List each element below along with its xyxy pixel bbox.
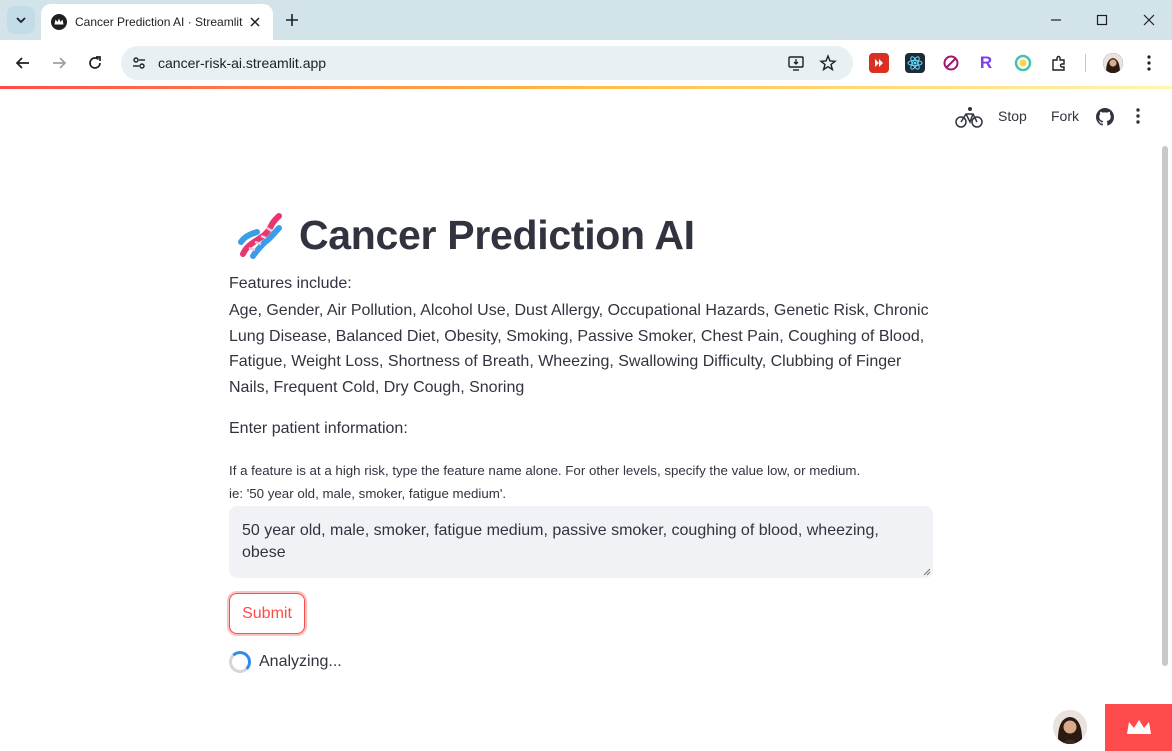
minimize-icon[interactable]: [1044, 8, 1068, 32]
react-devtools-icon[interactable]: [905, 53, 925, 73]
app-menu-icon[interactable]: [1136, 108, 1142, 126]
page-title: Cancer Prediction AI: [299, 211, 695, 258]
submit-button[interactable]: Submit: [229, 593, 305, 634]
browser-menu-icon[interactable]: [1139, 53, 1159, 73]
profile-avatar[interactable]: [1103, 53, 1123, 73]
loading-spinner-icon: [229, 651, 251, 673]
back-arrow-icon[interactable]: [11, 51, 35, 75]
block-extension-icon[interactable]: [941, 53, 961, 73]
streamlit-crown-icon: [1126, 719, 1151, 734]
dna-icon: [238, 213, 282, 259]
status-text: Analyzing...: [259, 653, 342, 670]
new-tab-icon[interactable]: [282, 10, 302, 30]
r-extension-icon[interactable]: R: [976, 53, 996, 73]
streamlit-top-decoration: [0, 86, 1172, 89]
title-row: Cancer Prediction AI: [235, 205, 695, 265]
address-bar[interactable]: cancer-risk-ai.streamlit.app: [121, 46, 853, 80]
color-extension-icon[interactable]: [1013, 53, 1033, 73]
site-settings-icon[interactable]: [130, 54, 148, 72]
resize-handle-icon[interactable]: [923, 568, 931, 576]
tab-search-button[interactable]: [7, 6, 35, 34]
features-label: Features include:: [229, 275, 352, 292]
github-icon[interactable]: [1096, 108, 1114, 126]
help-text-line: If a feature is at a high risk, type the…: [229, 463, 861, 478]
page-scrollbar[interactable]: [1162, 146, 1168, 666]
patient-info-textarea[interactable]: 50 year old, male, smoker, fatigue mediu…: [229, 506, 933, 578]
features-list-text: Age, Gender, Air Pollution, Alcohol Use,…: [229, 302, 929, 397]
tab-title: Cancer Prediction AI · Streamlit: [75, 15, 243, 29]
url-text[interactable]: cancer-risk-ai.streamlit.app: [158, 55, 326, 71]
chevron-down-icon: [16, 17, 26, 24]
browser-tab[interactable]: Cancer Prediction AI · Streamlit: [41, 4, 273, 40]
close-window-icon[interactable]: [1137, 8, 1161, 32]
toolbar-divider: [1085, 54, 1086, 72]
browser-tab-bar: Cancer Prediction AI · Streamlit: [0, 0, 1172, 40]
fork-button[interactable]: Fork: [1051, 108, 1079, 124]
input-help-text: If a feature is at a high risk, type the…: [229, 459, 933, 505]
running-bicycle-icon: [955, 105, 983, 129]
reload-icon[interactable]: [83, 51, 107, 75]
extension-red-icon[interactable]: [869, 53, 889, 73]
bookmark-star-icon[interactable]: [819, 54, 837, 72]
forward-arrow-icon[interactable]: [47, 51, 71, 75]
viewer-avatar[interactable]: [1053, 710, 1087, 744]
streamlit-crown-icon: [51, 14, 67, 30]
textarea-value: 50 year old, male, smoker, fatigue mediu…: [242, 522, 879, 561]
maximize-icon[interactable]: [1090, 8, 1114, 32]
close-tab-icon[interactable]: [247, 14, 263, 30]
stop-button[interactable]: Stop: [998, 108, 1027, 124]
streamlit-cloud-badge[interactable]: [1105, 704, 1172, 751]
status-row: Analyzing...: [229, 651, 342, 673]
browser-toolbar: cancer-risk-ai.streamlit.app R: [0, 40, 1172, 86]
help-example-line: ie: '50 year old, male, smoker, fatigue …: [229, 486, 507, 501]
install-app-icon[interactable]: [787, 54, 805, 72]
extensions-puzzle-icon[interactable]: [1049, 53, 1069, 73]
patient-info-label: Enter patient information:: [229, 420, 408, 437]
